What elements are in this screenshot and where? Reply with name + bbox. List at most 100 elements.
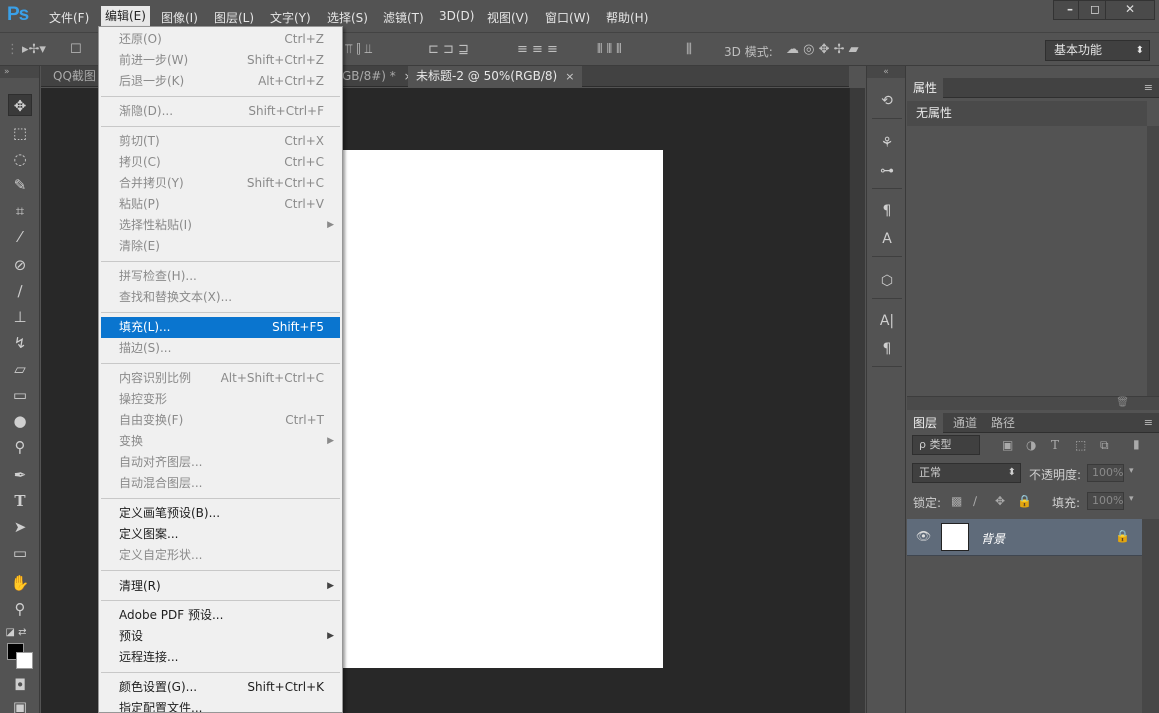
healing-brush-tool-icon[interactable]: ⊘ — [8, 254, 32, 276]
menu-item-find-replace[interactable]: 查找和替换文本(X)... — [101, 287, 340, 308]
panel-menu-icon[interactable]: ≡ — [1144, 416, 1153, 429]
blur-tool-icon[interactable]: ● — [8, 410, 32, 432]
trash-icon[interactable]: 🗑 — [1116, 397, 1129, 408]
menu-help[interactable]: 帮助(H) — [606, 9, 648, 26]
filter-pixel-icon[interactable]: ▣ — [1002, 438, 1013, 452]
canvas-scrollbar[interactable] — [849, 88, 865, 713]
menu-window[interactable]: 窗口(W) — [545, 9, 590, 26]
blend-mode-select[interactable]: 正常 ⬍ — [912, 463, 1021, 483]
menu-type[interactable]: 文字(Y) — [270, 9, 311, 26]
lock-transparent-icon[interactable]: ▩ — [951, 494, 962, 508]
eyedropper-tool-icon[interactable]: ⁄ — [8, 226, 32, 248]
menu-item-paste-special[interactable]: 选择性粘贴(I) ▶ — [101, 215, 340, 236]
lock-position-icon[interactable]: ✥ — [995, 494, 1005, 508]
filter-toggle-icon[interactable]: ▮ — [1133, 437, 1140, 451]
lock-all-icon[interactable]: 🔒 — [1017, 494, 1032, 508]
fill-dropdown-icon[interactable]: ▾ — [1129, 494, 1134, 504]
menu-file[interactable]: 文件(F) — [49, 9, 89, 26]
menu-item-undo[interactable]: 还原(O) Ctrl+Z — [101, 29, 340, 50]
tab-qq-screenshot[interactable]: QQ截图 — [45, 66, 104, 87]
opacity-dropdown-icon[interactable]: ▾ — [1129, 466, 1134, 476]
menu-item-assign-profile[interactable]: 指定配置文件... — [101, 698, 340, 712]
3d-panel-icon[interactable]: ⬡ — [875, 270, 899, 292]
menu-3d[interactable]: 3D(D) — [439, 9, 474, 23]
menu-edit[interactable]: 编辑(E) — [101, 6, 150, 26]
menu-item-auto-align-layers[interactable]: 自动对齐图层... — [101, 452, 340, 473]
eraser-tool-icon[interactable]: ▱ — [8, 358, 32, 380]
history-brush-tool-icon[interactable]: ↯ — [8, 332, 32, 354]
dodge-tool-icon[interactable]: ⚲ — [8, 436, 32, 458]
tab-properties[interactable]: 属性 — [907, 78, 944, 98]
filter-adjustment-icon[interactable]: ◑ — [1026, 438, 1036, 452]
menu-item-fill[interactable]: 填充(L)... Shift+F5 — [101, 317, 340, 338]
menu-view[interactable]: 视图(V) — [487, 9, 529, 26]
pen-tool-icon[interactable]: ✒ — [8, 464, 32, 486]
menu-item-step-forward[interactable]: 前进一步(W) Shift+Ctrl+Z — [101, 50, 340, 71]
menu-item-define-custom-shape[interactable]: 定义自定形状... — [101, 545, 340, 566]
quick-mask-icon[interactable]: ◘ — [8, 674, 32, 696]
distribute-horizontal-icon[interactable]: ⫴ ⫴ ⫴ — [597, 42, 622, 57]
lock-image-icon[interactable]: ∕ — [973, 494, 977, 508]
dock-collapse-icon[interactable]: « — [867, 66, 905, 78]
distribute-vertical-icon[interactable]: ≡ ≡ ≡ — [517, 42, 558, 57]
workspace-select[interactable]: 基本功能 ⬍ — [1045, 40, 1150, 61]
menu-select[interactable]: 选择(S) — [327, 9, 368, 26]
clone-stamp-tool-icon[interactable]: ⊥ — [8, 306, 32, 328]
background-color-swatch[interactable] — [16, 652, 33, 669]
zoom-tool-icon[interactable]: ⚲ — [8, 598, 32, 620]
menu-item-paste[interactable]: 粘贴(P) Ctrl+V — [101, 194, 340, 215]
menu-item-define-brush[interactable]: 定义画笔预设(B)... — [101, 503, 340, 524]
menu-item-define-pattern[interactable]: 定义图案... — [101, 524, 340, 545]
type-tool-icon[interactable]: T — [8, 490, 32, 512]
move-tool-icon[interactable]: ✥ — [8, 94, 32, 116]
filter-smart-object-icon[interactable]: ⧉ — [1100, 438, 1109, 453]
rectangle-tool-icon[interactable]: ▭ — [8, 542, 32, 564]
screen-mode-icon[interactable]: ▣ — [8, 696, 32, 713]
menu-item-stroke[interactable]: 描边(S)... — [101, 338, 340, 359]
lasso-tool-icon[interactable]: ◌ — [8, 148, 32, 170]
auto-select-checkbox[interactable]: ☐ — [70, 42, 82, 57]
panel-menu-icon[interactable]: ≡ — [1144, 81, 1153, 94]
adjustments-panel-icon[interactable]: ⊶ — [875, 160, 899, 182]
character-styles-icon[interactable]: A — [875, 228, 899, 250]
tab-layers[interactable]: 图层 — [907, 413, 944, 433]
properties-scrollbar[interactable] — [1147, 126, 1159, 396]
close-window-button[interactable]: ✕ — [1105, 0, 1155, 20]
move-tool-preset-icon[interactable]: ▸✢▾ — [22, 42, 46, 57]
hand-tool-icon[interactable]: ✋ — [8, 572, 32, 594]
auto-align-icon[interactable]: ⫼ — [686, 42, 692, 57]
menu-filter[interactable]: 滤镜(T) — [383, 9, 424, 26]
brush-tool-icon[interactable]: ∕ — [8, 280, 32, 302]
menu-item-content-aware-scale[interactable]: 内容识别比例 Alt+Shift+Ctrl+C — [101, 368, 340, 389]
tool-panel-collapse-icon[interactable]: » — [0, 66, 39, 78]
menu-item-auto-blend-layers[interactable]: 自动混合图层... — [101, 473, 340, 494]
menu-item-cut[interactable]: 剪切(T) Ctrl+X — [101, 131, 340, 152]
menu-image[interactable]: 图像(I) — [161, 9, 198, 26]
menu-item-color-settings[interactable]: 颜色设置(G)... Shift+Ctrl+K — [101, 677, 340, 698]
filter-type-icon[interactable]: T — [1051, 438, 1059, 452]
tab-paths[interactable]: 路径 — [985, 413, 1021, 433]
layer-filter-select[interactable]: ρ 类型 — [912, 435, 980, 455]
paragraph-panel-icon[interactable]: ¶ — [875, 338, 899, 360]
align-top-icon[interactable]: ⫪ ⫿ ⫫ — [345, 42, 372, 57]
history-panel-icon[interactable]: ⟲ — [875, 90, 899, 112]
tab-close-icon[interactable]: × — [565, 70, 574, 83]
menu-item-fade[interactable]: 渐隐(D)... Shift+Ctrl+F — [101, 101, 340, 122]
align-left-icon[interactable]: ⊏ ⊐ ⊒ — [428, 42, 469, 57]
fill-input[interactable]: 100% — [1087, 492, 1124, 510]
gradient-tool-icon[interactable]: ▭ — [8, 384, 32, 406]
filter-shape-icon[interactable]: ⬚ — [1075, 438, 1086, 452]
menu-layer[interactable]: 图层(L) — [214, 9, 254, 26]
character-panel-icon[interactable]: A| — [875, 310, 899, 332]
layer-item-background[interactable]: 👁 背景 🔒 — [907, 519, 1142, 556]
menu-item-puppet-warp[interactable]: 操控变形 — [101, 389, 340, 410]
menu-item-copy-merged[interactable]: 合并拷贝(Y) Shift+Ctrl+C — [101, 173, 340, 194]
default-colors-icon[interactable]: ◪ ⇄ — [4, 622, 28, 644]
menu-item-presets[interactable]: 预设 ▶ — [101, 626, 340, 647]
tab-untitled-2[interactable]: 未标题-2 @ 50%(RGB/8) × — [408, 66, 583, 87]
menu-item-spell-check[interactable]: 拼写检查(H)... — [101, 266, 340, 287]
path-selection-tool-icon[interactable]: ➤ — [8, 516, 32, 538]
menu-item-clear[interactable]: 清除(E) — [101, 236, 340, 257]
eye-icon[interactable]: 👁 — [916, 529, 931, 543]
tab-channels[interactable]: 通道 — [947, 413, 983, 433]
